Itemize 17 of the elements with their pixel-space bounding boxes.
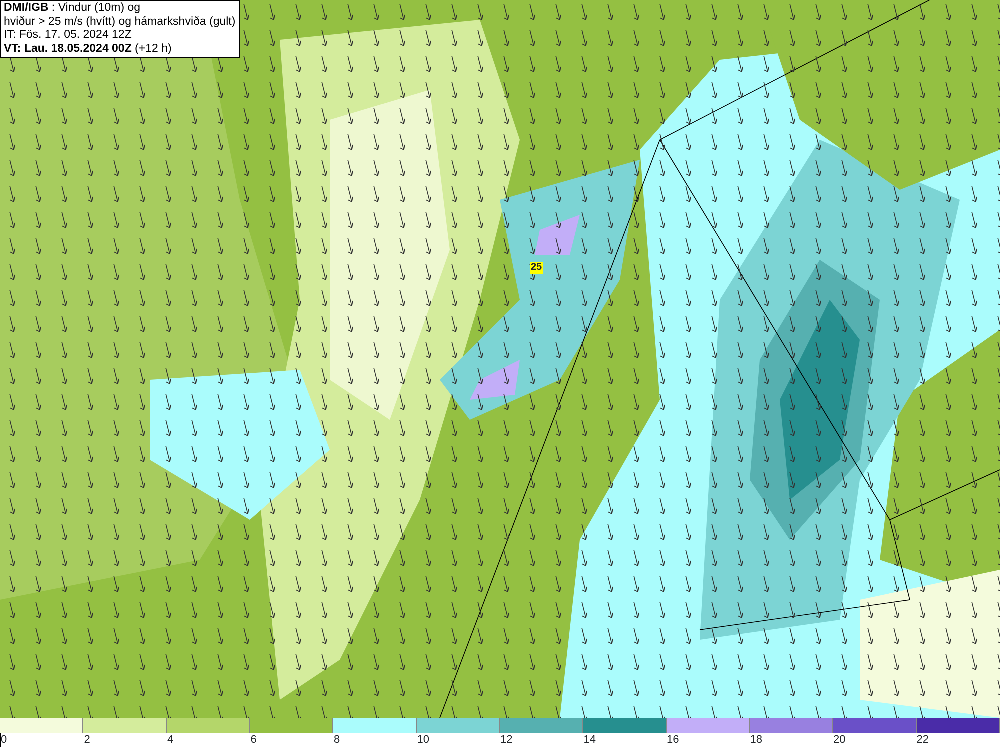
legend-label: 20	[834, 734, 846, 746]
legend-label: 0	[1, 734, 8, 746]
title-line: IT: Fös. 17. 05. 2024 12Z	[4, 29, 133, 42]
legend-label: 14	[584, 734, 596, 746]
legend-label: 12	[500, 734, 513, 746]
title-line: hviður > 25 m/s (hvítt) og hámarkshviða (gult)	[4, 16, 236, 29]
legend-label: 10	[417, 734, 430, 746]
legend-label: 4	[168, 734, 174, 746]
legend-label: 18	[750, 734, 762, 746]
legend-label: 2	[84, 734, 90, 746]
title-line: VT: Lau. 18.05.2024 00Z (+12 h)	[4, 42, 173, 56]
max-gust-label: 25	[530, 262, 544, 274]
legend-label: 16	[667, 734, 680, 746]
legend-label: 8	[334, 734, 340, 746]
legend-label: 22	[916, 734, 929, 746]
title-line: DMI/IGB : Vindur (10m) og	[4, 2, 142, 16]
legend-label: 6	[250, 734, 257, 746]
